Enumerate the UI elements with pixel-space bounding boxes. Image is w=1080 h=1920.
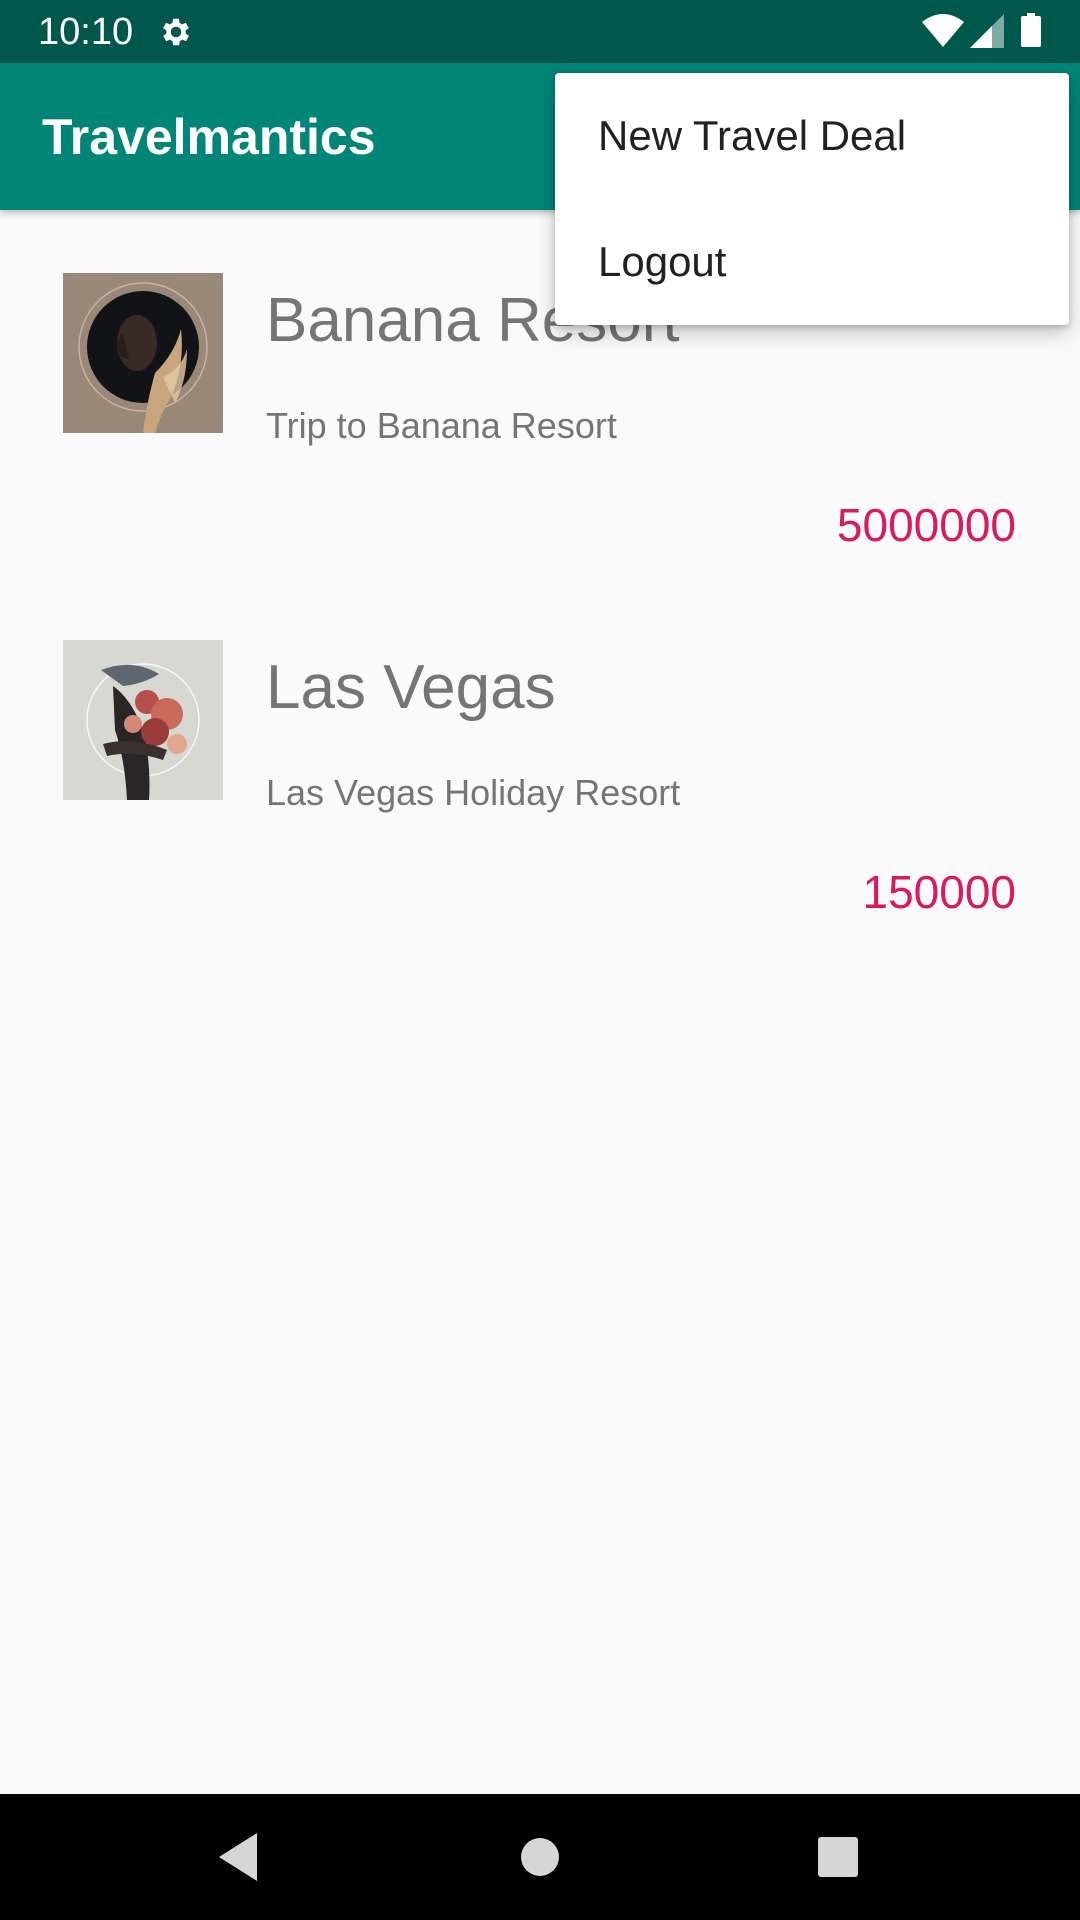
wifi-icon: [922, 14, 964, 47]
deal-description: Las Vegas Holiday Resort: [266, 772, 681, 813]
status-time: 10:10: [38, 11, 134, 53]
menu-item-label: New Travel Deal: [598, 112, 907, 159]
status-bar: 10:10: [0, 0, 1080, 63]
signal-icon: [970, 14, 1004, 48]
overflow-menu: New Travel Deal Logout: [555, 73, 1069, 325]
gear-icon: [163, 18, 190, 46]
navigation-bar: [0, 1794, 1080, 1920]
deal-price: 5000000: [836, 499, 1016, 551]
battery-icon: [1021, 13, 1041, 47]
back-icon[interactable]: [207, 1825, 271, 1889]
home-icon[interactable]: [508, 1825, 572, 1889]
deal-price: 150000: [862, 866, 1017, 918]
menu-item-new-travel-deal[interactable]: New Travel Deal: [555, 73, 1069, 199]
recents-icon[interactable]: [806, 1825, 870, 1889]
deal-title: Las Vegas: [266, 653, 556, 722]
deal-item[interactable]: Las Vegas Las Vegas Holiday Resort 15000…: [0, 577, 1080, 937]
menu-item-logout[interactable]: Logout: [555, 199, 1069, 325]
menu-item-label: Logout: [598, 238, 727, 285]
hands-flowers-artwork-thumbnail: [63, 640, 223, 800]
deal-description: Trip to Banana Resort: [266, 405, 617, 446]
portrait-artwork-thumbnail: [63, 273, 223, 433]
app-title: Travelmantics: [42, 109, 376, 165]
